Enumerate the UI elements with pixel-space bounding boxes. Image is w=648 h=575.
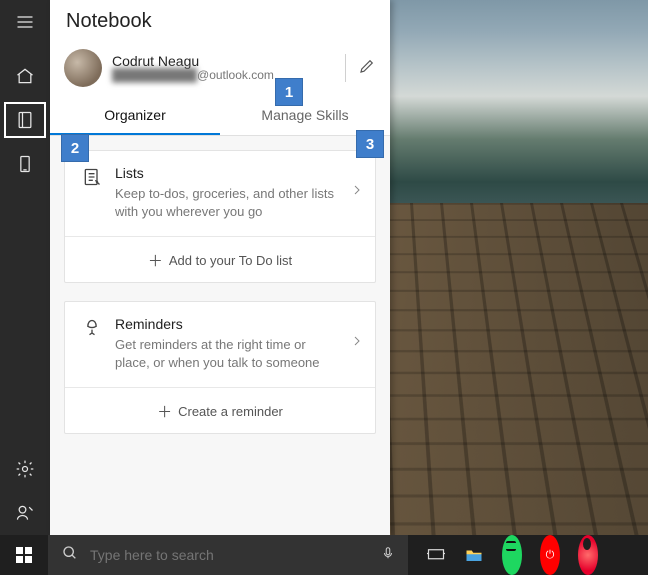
feedback-icon[interactable] xyxy=(0,491,50,535)
microphone-icon[interactable] xyxy=(368,544,408,567)
card-lists-title: Lists xyxy=(115,165,343,181)
hamburger-icon[interactable] xyxy=(0,0,50,44)
search-icon xyxy=(48,545,88,566)
profile-name: Codrut Neagu xyxy=(112,54,333,69)
profile-row: Codrut Neagu ██████████@outlook.com xyxy=(50,43,390,97)
search-input[interactable] xyxy=(88,546,368,564)
tabs: Organizer Manage Skills xyxy=(50,97,390,136)
card-reminders-title: Reminders xyxy=(115,316,343,332)
opera-icon[interactable] xyxy=(578,535,598,575)
lists-icon xyxy=(79,167,105,187)
file-explorer-icon[interactable] xyxy=(464,535,484,575)
separator xyxy=(345,54,346,82)
reminders-icon xyxy=(79,318,105,338)
chevron-right-icon xyxy=(351,334,363,353)
cortana-sidebar xyxy=(0,0,50,535)
spotify-icon[interactable] xyxy=(502,535,522,575)
home-icon[interactable] xyxy=(0,54,50,98)
devices-icon[interactable] xyxy=(0,142,50,186)
avatar[interactable] xyxy=(64,49,102,87)
settings-gear-icon[interactable] xyxy=(0,447,50,491)
card-lists-open[interactable]: Lists Keep to-dos, groceries, and other … xyxy=(65,151,375,236)
callout-badge-2: 2 xyxy=(61,134,89,162)
card-lists-desc: Keep to-dos, groceries, and other lists … xyxy=(115,185,343,220)
create-reminder-button[interactable]: ＋Create a reminder xyxy=(65,387,375,433)
notebook-icon[interactable] xyxy=(0,98,50,142)
cortana-notebook-panel: Notebook Codrut Neagu ██████████@outlook… xyxy=(50,0,390,535)
task-view-icon[interactable] xyxy=(426,535,446,575)
taskbar-search[interactable] xyxy=(48,535,408,575)
callout-badge-3: 3 xyxy=(356,130,384,158)
edit-profile-button[interactable] xyxy=(358,57,376,80)
taskbar: ⏻ xyxy=(0,535,648,575)
chevron-right-icon xyxy=(351,183,363,202)
card-reminders: Reminders Get reminders at the right tim… xyxy=(64,301,376,434)
plus-icon: ＋ xyxy=(148,253,163,270)
card-reminders-open[interactable]: Reminders Get reminders at the right tim… xyxy=(65,302,375,387)
card-reminders-desc: Get reminders at the right time or place… xyxy=(115,336,343,371)
page-title: Notebook xyxy=(50,0,390,43)
power-icon[interactable]: ⏻ xyxy=(540,535,560,575)
content-area: Lists Keep to-dos, groceries, and other … xyxy=(50,136,390,535)
tab-organizer[interactable]: Organizer xyxy=(50,97,220,135)
callout-badge-1: 1 xyxy=(275,78,303,106)
card-lists: Lists Keep to-dos, groceries, and other … xyxy=(64,150,376,283)
taskbar-pinned: ⏻ xyxy=(408,535,608,575)
plus-icon: ＋ xyxy=(157,404,172,421)
start-button[interactable] xyxy=(0,535,48,575)
add-todo-button[interactable]: ＋Add to your To Do list xyxy=(65,236,375,282)
